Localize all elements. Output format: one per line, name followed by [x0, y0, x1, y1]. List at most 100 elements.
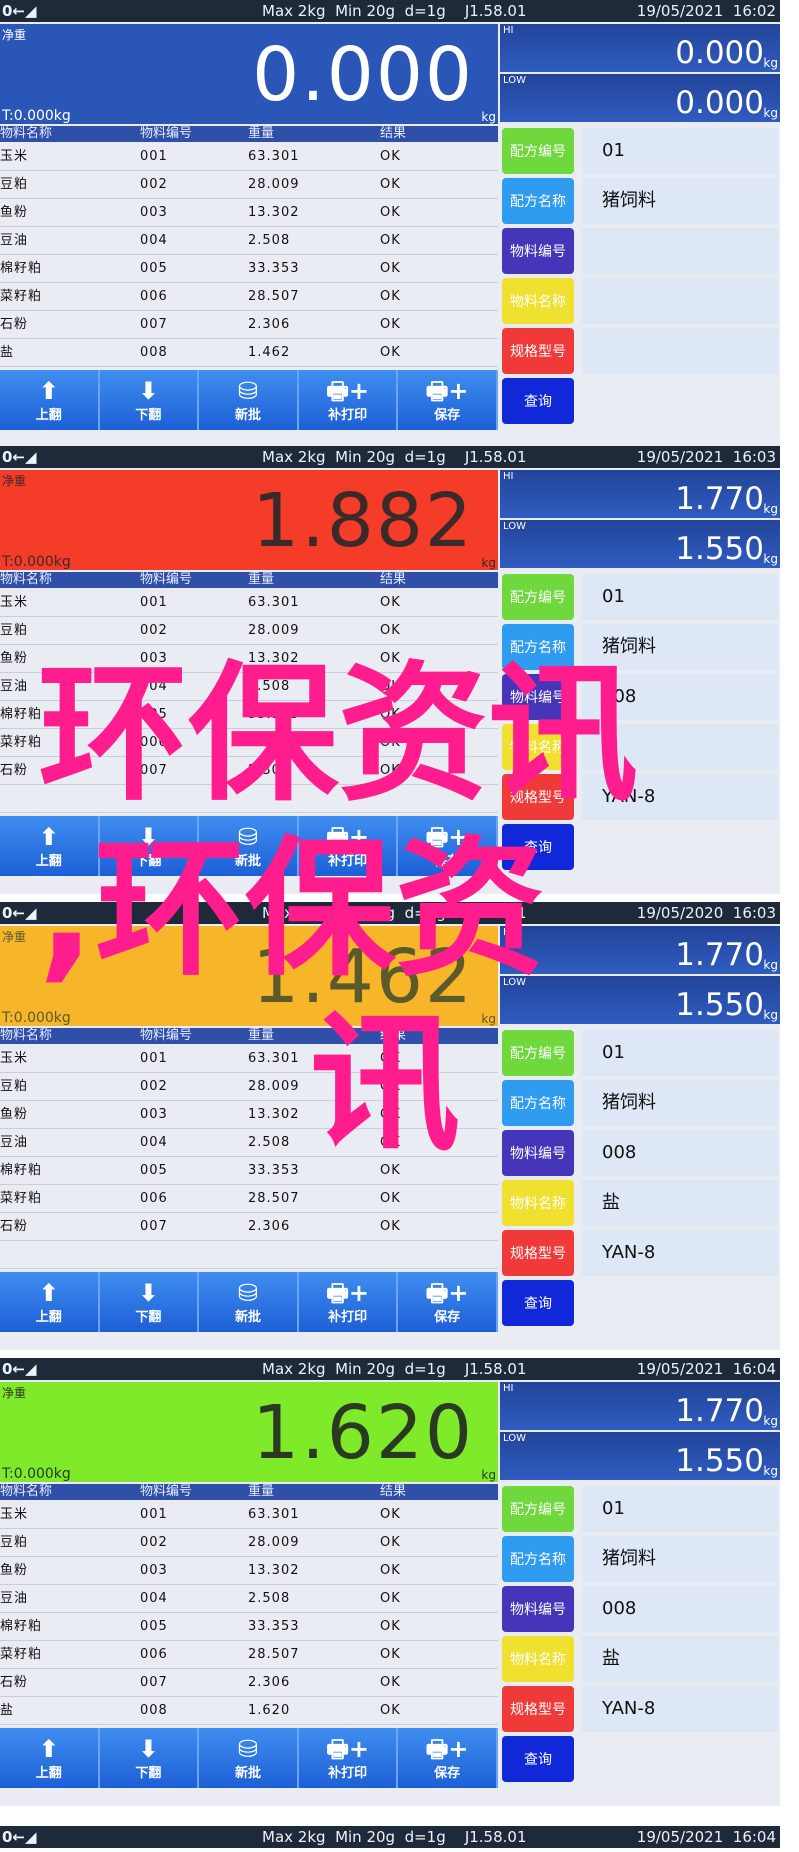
material-code-button[interactable]: 物料编号	[502, 674, 574, 720]
table-row[interactable]: 棉籽粕 005 33.353 OK	[0, 255, 498, 283]
material-name-button[interactable]: 物料名称	[502, 724, 574, 770]
material-code-button[interactable]: 物料编号	[502, 228, 574, 274]
material-code-field[interactable]: 008	[582, 1586, 778, 1632]
table-row[interactable]: 菜籽粕 006 28.507 OK	[0, 1185, 498, 1213]
cell-result: OK	[380, 763, 401, 778]
spec-model-field[interactable]: YAN-8	[582, 1230, 778, 1276]
table-row[interactable]: 石粉 007 2.306 OK	[0, 1213, 498, 1241]
table-row[interactable]: 鱼粉 003 13.302 OK	[0, 1101, 498, 1129]
page-down-button[interactable]: ⬇ 下翻	[99, 816, 200, 876]
material-code-button[interactable]: 物料编号	[502, 1586, 574, 1632]
recipe-code-button[interactable]: 配方编号	[502, 1030, 574, 1076]
spec-model-field[interactable]: YAN-8	[582, 1686, 778, 1732]
material-name-button[interactable]: 物料名称	[502, 278, 574, 324]
table-row[interactable]: 盐 008 1.462 OK	[0, 339, 498, 367]
query-button[interactable]: 查询	[502, 824, 574, 870]
spec-model-button[interactable]: 规格型号	[502, 1230, 574, 1276]
spec-model-button[interactable]: 规格型号	[502, 328, 574, 374]
save-button[interactable]: 🖶+ 保存	[398, 816, 498, 876]
page-down-button[interactable]: ⬇ 下翻	[99, 370, 200, 430]
table-row[interactable]: 盐 008 1.620 OK	[0, 1697, 498, 1725]
table-row[interactable]: 豆粕 002 28.009 OK	[0, 1073, 498, 1101]
new-batch-button[interactable]: ⛁ 新批	[199, 1272, 299, 1332]
save-button[interactable]: 🖶+ 保存	[398, 370, 498, 430]
recipe-name-field[interactable]: 猪饲料	[582, 1080, 778, 1126]
table-row[interactable]: 菜籽粕 006 28.507 OK	[0, 729, 498, 757]
page-down-button[interactable]: ⬇ 下翻	[99, 1728, 200, 1788]
material-code-field[interactable]: 008	[582, 674, 778, 720]
recipe-name-button[interactable]: 配方名称	[502, 624, 574, 670]
table-row[interactable]: 棉籽粕 005 33.353 OK	[0, 1613, 498, 1641]
page-up-button[interactable]: ⬆ 上翻	[0, 816, 100, 876]
table-row[interactable]: 石粉 007 2.306 OK	[0, 1669, 498, 1697]
table-row[interactable]: 豆油 004 2.508 OK	[0, 227, 498, 255]
table-row[interactable]: 玉米 001 63.301 OK	[0, 589, 498, 617]
table-row[interactable]: 鱼粉 003 13.302 OK	[0, 199, 498, 227]
table-row[interactable]: 豆粕 002 28.009 OK	[0, 171, 498, 199]
recipe-code-button[interactable]: 配方编号	[502, 128, 574, 174]
material-name-field[interactable]: 盐	[582, 1180, 778, 1226]
table-row[interactable]: 鱼粉 003 13.302 OK	[0, 645, 498, 673]
material-name-button[interactable]: 物料名称	[502, 1636, 574, 1682]
recipe-code-button[interactable]: 配方编号	[502, 574, 574, 620]
recipe-code-field[interactable]: 01	[582, 574, 778, 620]
table-row[interactable]: 豆粕 002 28.009 OK	[0, 617, 498, 645]
page-down-button[interactable]: ⬇ 下翻	[99, 1272, 200, 1332]
new-batch-button[interactable]: ⛁ 新批	[199, 816, 299, 876]
recipe-code-field[interactable]: 01	[582, 1486, 778, 1532]
page-up-button[interactable]: ⬆ 上翻	[0, 1728, 100, 1788]
cell-code: 004	[140, 1135, 168, 1150]
recipe-code-field[interactable]: 01	[582, 1030, 778, 1076]
table-row[interactable]: 豆油 004 2.508 OK	[0, 1585, 498, 1613]
recipe-name-field[interactable]: 猪饲料	[582, 178, 778, 224]
table-row[interactable]: 豆粕 002 28.009 OK	[0, 1529, 498, 1557]
query-button[interactable]: 查询	[502, 378, 574, 424]
reprint-button[interactable]: 🖶+ 补打印	[298, 1272, 399, 1332]
table-row[interactable]: 鱼粉 003 13.302 OK	[0, 1557, 498, 1585]
material-name-field[interactable]	[582, 724, 778, 770]
page-up-button[interactable]: ⬆ 上翻	[0, 370, 100, 430]
new-batch-button[interactable]: ⛁ 新批	[199, 370, 299, 430]
new-batch-button[interactable]: ⛁ 新批	[199, 1728, 299, 1788]
reprint-button[interactable]: 🖶+ 补打印	[298, 816, 399, 876]
recipe-name-button[interactable]: 配方名称	[502, 178, 574, 224]
material-code-field[interactable]	[582, 228, 778, 274]
reprint-button[interactable]: 🖶+ 补打印	[298, 370, 399, 430]
recipe-name-button[interactable]: 配方名称	[502, 1536, 574, 1582]
recipe-name-button[interactable]: 配方名称	[502, 1080, 574, 1126]
page-up-button[interactable]: ⬆ 上翻	[0, 1272, 100, 1332]
spec-model-field[interactable]	[582, 328, 778, 374]
spec-model-button[interactable]: 规格型号	[502, 774, 574, 820]
table-row[interactable]: 玉米 001 63.301 OK	[0, 1501, 498, 1529]
table-row[interactable]: 豆油 004 2.508 OK	[0, 673, 498, 701]
save-button[interactable]: 🖶+ 保存	[398, 1272, 498, 1332]
table-row[interactable]	[0, 785, 498, 813]
table-row[interactable]: 菜籽粕 006 28.507 OK	[0, 1641, 498, 1669]
table-row[interactable]: 石粉 007 2.306 OK	[0, 757, 498, 785]
cell-name: 豆粕	[0, 177, 29, 192]
save-button[interactable]: 🖶+ 保存	[398, 1728, 498, 1788]
table-row[interactable]: 豆油 004 2.508 OK	[0, 1129, 498, 1157]
query-button[interactable]: 查询	[502, 1736, 574, 1782]
material-code-field[interactable]: 008	[582, 1130, 778, 1176]
spec-model-button[interactable]: 规格型号	[502, 1686, 574, 1732]
table-row[interactable]: 玉米 001 63.301 OK	[0, 143, 498, 171]
table-row[interactable]: 棉籽粕 005 33.353 OK	[0, 701, 498, 729]
material-code-button[interactable]: 物料编号	[502, 1130, 574, 1176]
query-button[interactable]: 查询	[502, 1280, 574, 1326]
table-row[interactable]	[0, 1241, 498, 1269]
recipe-code-field[interactable]: 01	[582, 128, 778, 174]
reprint-button[interactable]: 🖶+ 补打印	[298, 1728, 399, 1788]
recipe-name-field[interactable]: 猪饲料	[582, 1536, 778, 1582]
recipe-code-button[interactable]: 配方编号	[502, 1486, 574, 1532]
recipe-name-field[interactable]: 猪饲料	[582, 624, 778, 670]
table-row[interactable]: 石粉 007 2.306 OK	[0, 311, 498, 339]
table-row[interactable]: 菜籽粕 006 28.507 OK	[0, 283, 498, 311]
spec-model-field[interactable]: YAN-8	[582, 774, 778, 820]
table-row[interactable]: 棉籽粕 005 33.353 OK	[0, 1157, 498, 1185]
material-name-button[interactable]: 物料名称	[502, 1180, 574, 1226]
material-name-field[interactable]	[582, 278, 778, 324]
scale-spec: Max 2kg Min 20g d=1g J1.58.01	[262, 2, 527, 20]
material-name-field[interactable]: 盐	[582, 1636, 778, 1682]
table-row[interactable]: 玉米 001 63.301 OK	[0, 1045, 498, 1073]
